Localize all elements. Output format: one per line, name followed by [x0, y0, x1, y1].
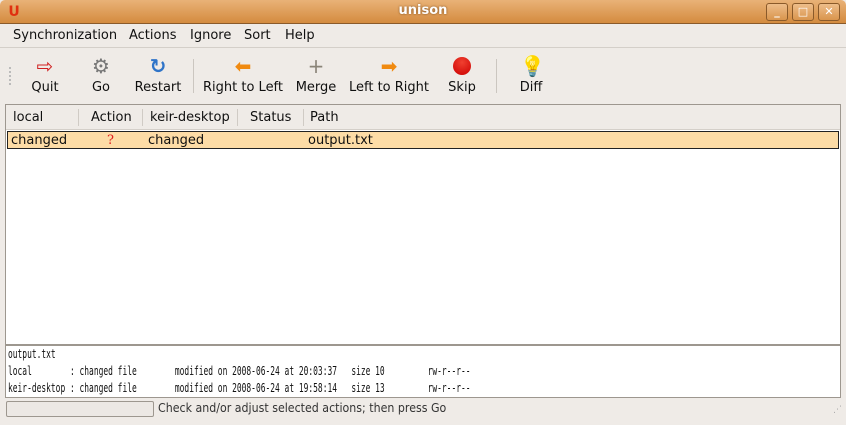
- details-remote-line: keir-desktop : changed file modified on …: [8, 381, 471, 395]
- column-headers: local Action keir-desktop Status Path: [6, 105, 840, 130]
- menu-actions[interactable]: Actions: [129, 28, 177, 43]
- exit-door-icon: ⇨: [36, 54, 54, 78]
- details-local-line: local : changed file modified on 2008-06…: [8, 364, 471, 378]
- status-message: Check and/or adjust selected actions; th…: [158, 401, 447, 415]
- column-remote[interactable]: keir-desktop: [150, 110, 230, 125]
- refresh-icon: ↻: [149, 54, 167, 78]
- cell-remote: changed: [148, 133, 205, 148]
- column-status[interactable]: Status: [250, 110, 291, 125]
- arrow-left-icon: ⬅: [234, 54, 252, 78]
- file-list[interactable]: local Action keir-desktop Status Path ch…: [5, 104, 841, 345]
- table-row[interactable]: changed ? changed output.txt: [7, 131, 839, 149]
- gears-icon: ⚙: [92, 54, 110, 78]
- toolbar: ⇨ Quit ⚙ Go ↻ Restart ⬅ Right to Left + Merge…: [0, 49, 846, 103]
- merge-button[interactable]: + Merge: [294, 55, 338, 95]
- lightbulb-icon: 💡: [520, 54, 545, 78]
- column-path[interactable]: Path: [310, 110, 339, 125]
- action-unknown-icon: ?: [107, 133, 114, 148]
- column-separator[interactable]: [142, 109, 143, 126]
- go-button[interactable]: ⚙ Go: [88, 55, 114, 95]
- column-separator[interactable]: [237, 109, 238, 126]
- menu-bar: Synchronization Actions Ignore Sort Help: [0, 24, 846, 48]
- cell-path: output.txt: [308, 133, 373, 148]
- column-separator[interactable]: [303, 109, 304, 126]
- quit-button[interactable]: ⇨ Quit: [31, 55, 59, 95]
- menu-synchronization[interactable]: Synchronization: [13, 28, 117, 43]
- toolbar-separator: [496, 59, 497, 93]
- column-separator[interactable]: [78, 109, 79, 126]
- column-action[interactable]: Action: [91, 110, 132, 125]
- right-to-left-button[interactable]: ⬅ Right to Left: [203, 55, 283, 95]
- cell-local: changed: [11, 133, 68, 148]
- arrow-right-icon: ➡: [380, 54, 398, 78]
- column-local[interactable]: local: [13, 110, 43, 125]
- diff-button[interactable]: 💡 Diff: [518, 54, 545, 95]
- toolbar-grip[interactable]: [9, 67, 12, 85]
- title-bar: U unison _ □ ✕: [0, 0, 846, 24]
- plus-icon: +: [307, 54, 325, 78]
- window-title: unison: [398, 3, 448, 18]
- left-to-right-button[interactable]: ➡ Left to Right: [349, 55, 429, 95]
- progress-bar: [6, 401, 154, 417]
- menu-ignore[interactable]: Ignore: [190, 28, 231, 43]
- maximize-button[interactable]: □: [792, 3, 814, 21]
- restart-button[interactable]: ↻ Restart: [133, 55, 183, 95]
- minimize-button[interactable]: _: [766, 3, 788, 21]
- menu-help[interactable]: Help: [285, 28, 315, 43]
- close-button[interactable]: ✕: [818, 3, 840, 21]
- menu-sort[interactable]: Sort: [244, 28, 271, 43]
- status-bar: Check and/or adjust selected actions; th…: [0, 399, 846, 421]
- details-filename: output.txt: [8, 347, 56, 361]
- stop-icon: [451, 55, 473, 77]
- details-pane: output.txt local : changed file modified…: [5, 345, 841, 398]
- resize-grip[interactable]: ⋰: [833, 405, 842, 415]
- skip-button[interactable]: Skip: [447, 55, 477, 95]
- toolbar-separator: [193, 59, 194, 93]
